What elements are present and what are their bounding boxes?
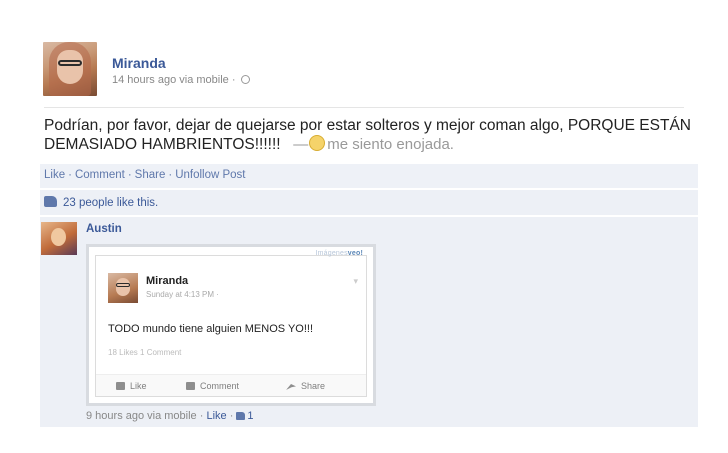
post-actions-bar: Like · Comment · Share · Unfollow Post [40, 164, 698, 188]
post-author-name[interactable]: Miranda [112, 55, 166, 71]
speech-bubble-icon [186, 382, 195, 390]
like-link[interactable]: Like [44, 169, 65, 181]
embedded-comment-action: Comment [186, 381, 239, 391]
divider [44, 107, 684, 108]
smiley-icon [309, 135, 326, 151]
globe-icon[interactable] [240, 75, 250, 84]
embedded-share-action: Share [286, 381, 325, 391]
embedded-counts: 18 Likes 1 Comment [108, 348, 182, 357]
commenter-avatar[interactable] [41, 222, 77, 255]
avatar[interactable] [43, 42, 97, 96]
embedded-post-text: TODO mundo tiene alguien MENOS YO!!! [108, 323, 314, 335]
unfollow-post-link[interactable]: Unfollow Post [175, 169, 245, 181]
embedded-like-action: Like [116, 381, 147, 391]
commenter-name[interactable]: Austin [86, 223, 122, 235]
chevron-down-icon: ▾ [353, 276, 358, 286]
comment-link[interactable]: Comment [75, 169, 125, 181]
thumbs-up-icon [236, 412, 246, 420]
watermark: Imágenesveo! [315, 250, 363, 257]
feeling-label[interactable]: me siento enojada. [327, 136, 454, 153]
embedded-avatar [108, 273, 138, 303]
embedded-actions-bar: Like Comment Share [96, 374, 366, 396]
thumbs-up-icon [44, 196, 57, 207]
likes-count-link[interactable]: 23 people like this. [63, 197, 158, 209]
comment-like-count[interactable]: 1 [247, 410, 253, 422]
comment: Austin Imágenesveo! Miranda Sunday at 4:… [40, 217, 698, 427]
share-link[interactable]: Share [135, 169, 166, 181]
post-timestamp[interactable]: 14 hours ago via mobile · [112, 74, 236, 86]
likes-summary: 23 people like this. [40, 190, 698, 215]
embedded-meta: Sunday at 4:13 PM · [146, 290, 219, 299]
thumbs-up-icon [116, 382, 125, 390]
embedded-author-name: Miranda [146, 275, 189, 287]
comment-like-link[interactable]: Like [206, 410, 226, 422]
post-header: Miranda 14 hours ago via mobile · [30, 38, 698, 100]
comment-meta: 9 hours ago via mobile · Like · 1 [86, 410, 254, 422]
feeling-status: — me siento enojada. [293, 135, 454, 153]
share-arrow-icon [286, 384, 296, 390]
embedded-post: Imágenesveo! Miranda Sunday at 4:13 PM ·… [95, 250, 367, 397]
post-text: Podrían, por favor, dejar de quejarse po… [44, 116, 694, 154]
facebook-post: Miranda 14 hours ago via mobile · Podría… [30, 38, 698, 427]
comment-timestamp[interactable]: 9 hours ago via mobile · [86, 410, 203, 422]
post-meta: 14 hours ago via mobile · [112, 74, 250, 86]
embedded-screenshot[interactable]: Imágenesveo! Miranda Sunday at 4:13 PM ·… [86, 244, 376, 406]
